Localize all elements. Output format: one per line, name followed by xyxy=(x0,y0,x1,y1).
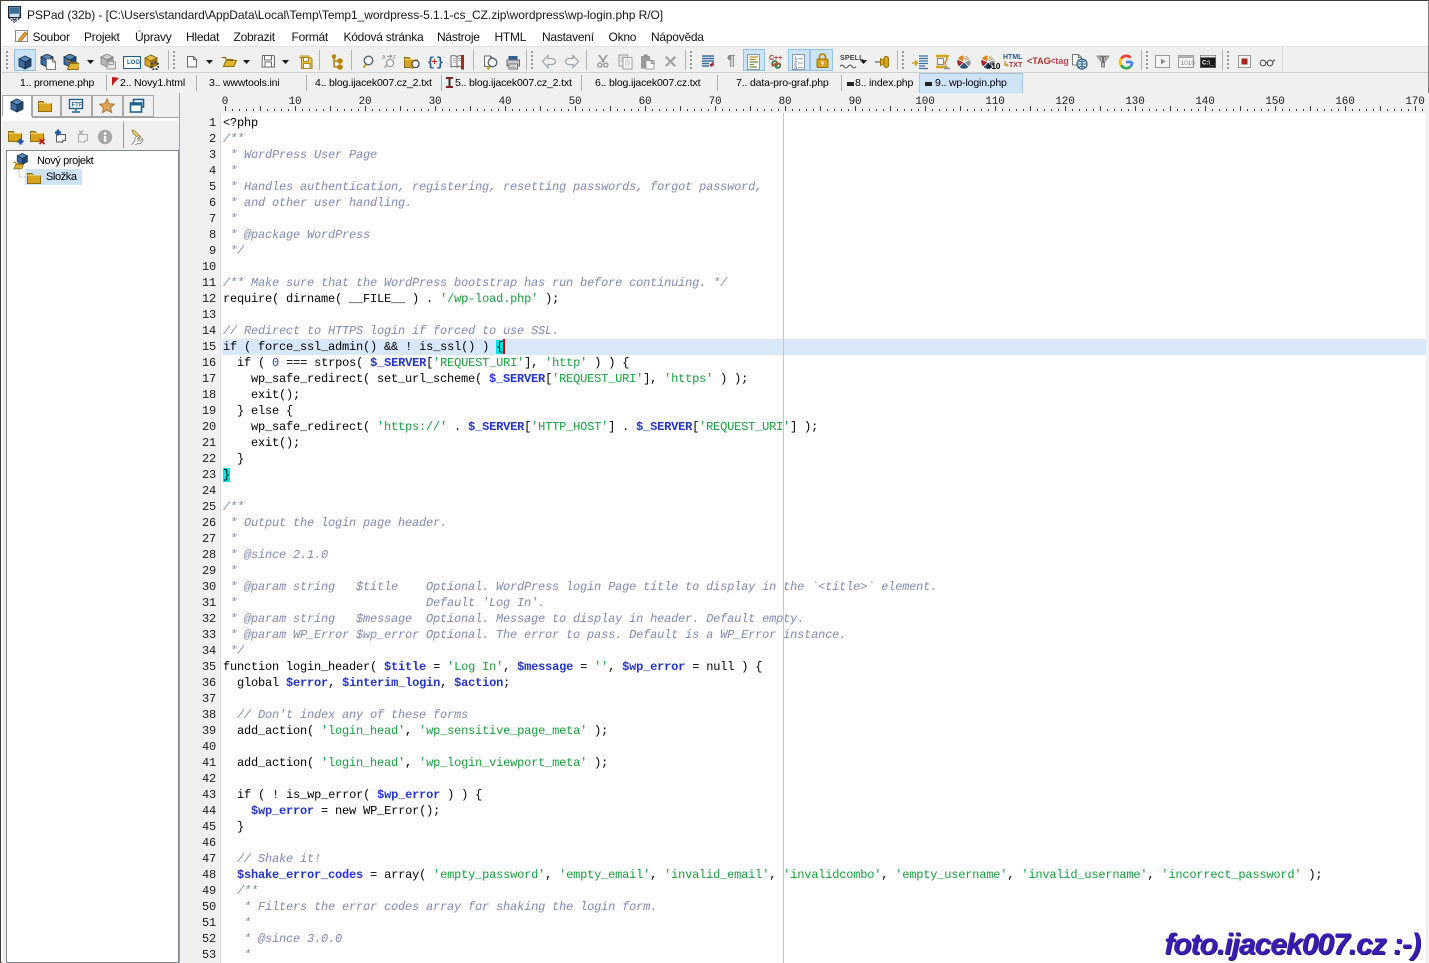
svg-text:1010: 1010 xyxy=(1181,60,1196,67)
svg-text:C:\_: C:\_ xyxy=(1202,61,1214,67)
svg-text:T: T xyxy=(1100,55,1106,65)
svg-text:A: A xyxy=(382,55,386,61)
svg-text:FTP: FTP xyxy=(72,103,83,109)
svg-text:+: + xyxy=(432,57,438,68)
svg-text:3: 3 xyxy=(794,64,797,70)
